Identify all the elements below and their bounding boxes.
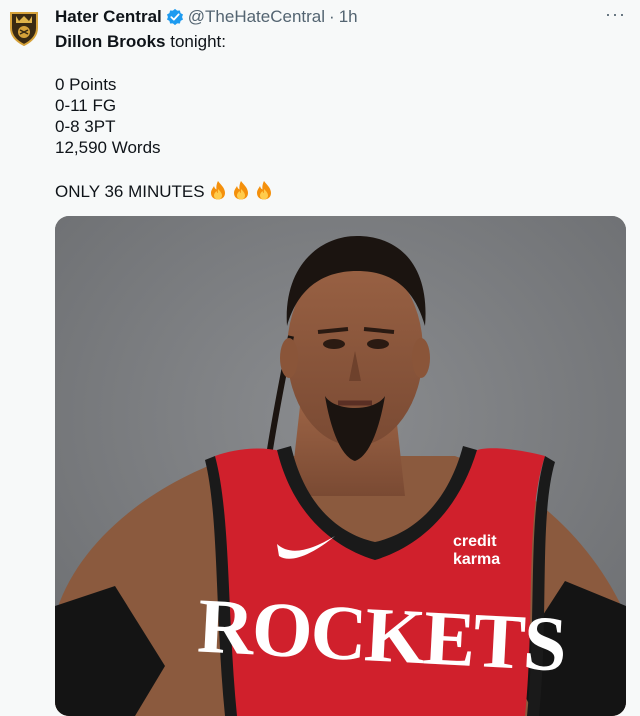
handle[interactable]: @TheHateCentral	[188, 7, 325, 27]
tweet-photo[interactable]: credit karma ROCKETS	[55, 216, 626, 716]
display-name[interactable]: Hater Central	[55, 7, 162, 27]
more-options-icon[interactable]: ···	[605, 4, 626, 25]
sponsor-line-1: credit	[453, 533, 497, 550]
player-name: Dillon Brooks	[55, 32, 166, 51]
fire-emoji-icon	[256, 181, 271, 200]
tweet-text: Dillon Brooks tonight: 0 Points 0-11 FG …	[55, 31, 615, 201]
closing-line: ONLY 36 MINUTES	[55, 180, 615, 201]
timestamp[interactable]: 1h	[339, 7, 358, 27]
avatar[interactable]	[8, 10, 40, 47]
fire-emoji-icon	[233, 181, 248, 200]
first-line: Dillon Brooks tonight:	[55, 31, 615, 52]
stat-line: 0-8 3PT	[55, 117, 116, 136]
stat-line: 0 Points	[55, 75, 117, 94]
sponsor-line-2: karma	[453, 551, 500, 568]
verified-badge-icon	[166, 8, 183, 26]
tweet[interactable]: Hater Central @TheHateCentral · 1h ··· D…	[0, 0, 640, 716]
stat-line: 0-11 FG	[55, 96, 117, 115]
stat-line: 12,590 Words	[55, 138, 161, 157]
first-line-rest: tonight:	[165, 32, 227, 51]
shield-logo-icon	[10, 12, 38, 47]
fire-emoji-icon	[210, 181, 225, 200]
closing-text: ONLY 36 MINUTES	[55, 182, 205, 201]
player-portrait: credit karma ROCKETS	[55, 216, 626, 716]
tweet-header: Hater Central @TheHateCentral · 1h	[55, 6, 358, 28]
separator-dot: ·	[329, 7, 335, 26]
